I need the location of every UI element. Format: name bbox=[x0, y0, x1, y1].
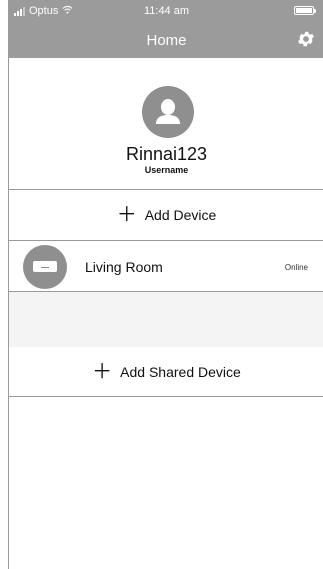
plus-icon: ＋ bbox=[92, 360, 113, 383]
add-device-label: Add Device bbox=[144, 207, 217, 223]
status-time: 11:44 am bbox=[143, 5, 190, 17]
page-title: Home bbox=[146, 32, 187, 49]
battery-icon bbox=[294, 6, 316, 15]
section-spacer bbox=[9, 292, 323, 347]
device-list-item[interactable]: Living Room Online bbox=[9, 241, 323, 292]
device-status: Online bbox=[284, 263, 308, 272]
gear-icon[interactable] bbox=[296, 29, 316, 49]
device-name: Living Room bbox=[85, 259, 163, 275]
username: Rinnai123 bbox=[125, 144, 208, 164]
username-caption: Username bbox=[144, 165, 189, 175]
status-bar: Optus 11:44 am bbox=[9, 0, 323, 22]
profile-section: Rinnai123 Username bbox=[9, 58, 323, 190]
add-shared-device-label: Add Shared Device bbox=[120, 363, 241, 380]
add-device-button[interactable]: ＋ Add Device bbox=[9, 190, 323, 241]
air-conditioner-icon bbox=[23, 245, 67, 289]
plus-icon: ＋ bbox=[116, 204, 137, 226]
top-bar: Optus 11:44 am Home bbox=[9, 0, 323, 58]
add-shared-device-button[interactable]: ＋ Add Shared Device bbox=[9, 347, 323, 397]
app-screen: Optus 11:44 am Home Rinnai123 Username ＋… bbox=[8, 0, 323, 569]
user-icon bbox=[142, 86, 194, 138]
